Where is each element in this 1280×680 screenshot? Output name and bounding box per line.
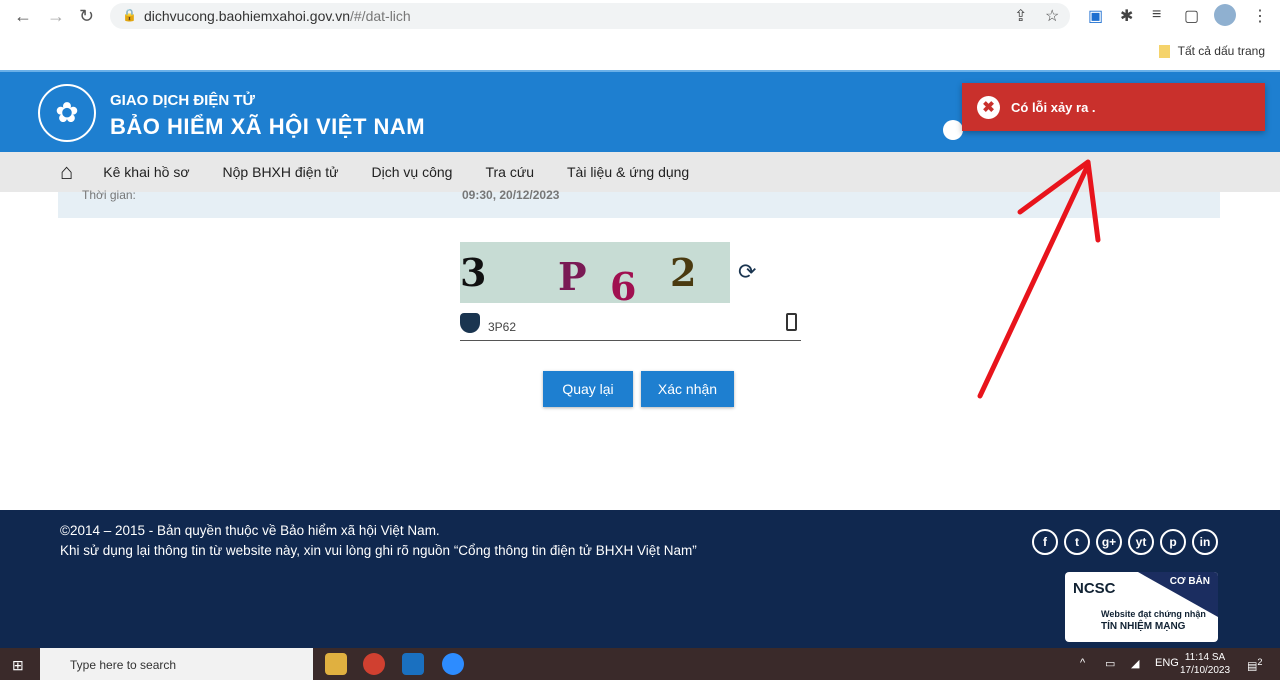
captcha-char: 3 [460,250,487,295]
language-indicator[interactable]: ENG [1155,657,1179,669]
site-footer: ©2014 – 2015 - Bản quyền thuộc về Bảo hi… [0,510,1280,648]
captcha-image: 3 P 6 2 [460,242,730,303]
zoom-icon[interactable] [442,653,464,675]
bhxh-logo[interactable]: ✿ [38,84,96,142]
linkedin-icon[interactable]: in [1192,529,1218,555]
info-value: 09:30, 20/12/2023 [462,188,560,202]
back-icon[interactable]: ← [14,6,32,27]
pinterest-icon[interactable]: p [1160,529,1186,555]
chrome-icon[interactable] [363,653,385,675]
nav-tra-cuu[interactable]: Tra cứu [485,164,534,180]
googleplus-icon[interactable]: g+ [1096,529,1122,555]
youtube-icon[interactable]: yt [1128,529,1154,555]
taskbar: ⊞ Type here to search ^ ▭ ◢ ENG 11:14 SA… [0,648,1280,680]
sidepanel-icon[interactable]: ▢ [1184,6,1199,26]
forward-icon[interactable]: → [47,6,65,27]
profile-avatar[interactable] [1214,4,1236,26]
outlook-icon[interactable] [402,653,424,675]
address-bar[interactable]: 🔒 dichvucong.baohiemxahoi.gov.vn/#/dat-l… [110,3,1070,29]
error-toast[interactable]: ✖ Có lỗi xảy ra . [962,83,1265,131]
user-icon[interactable] [943,120,963,140]
back-button[interactable]: Quay lại [543,371,633,407]
badge-line1: Website đạt chứng nhận [1101,609,1206,619]
clock-time: 11:14 SA [1184,652,1226,663]
notification-count: 2 [1257,657,1263,667]
lock-icon: 🔒 [122,8,137,22]
clock-date: 17/10/2023 [1180,665,1231,676]
bookmarks-label: Tất cả dấu trang [1177,44,1265,58]
taskbar-search[interactable]: Type here to search [40,648,313,680]
clock[interactable]: 11:14 SA 17/10/2023 [1180,651,1230,677]
shield-icon [460,313,480,333]
badge-brand: NCSC [1073,580,1116,597]
star-icon[interactable]: ☆ [1045,6,1059,26]
badge-level: CƠ BẢN [1169,576,1210,587]
tray-chevron-icon[interactable]: ^ [1080,657,1085,669]
footer-copyright: ©2014 – 2015 - Bản quyền thuộc về Bảo hi… [60,523,440,538]
media-icon[interactable]: ≡ [1152,6,1161,24]
captcha-char: 6 [610,264,637,303]
nav-ke-khai[interactable]: Kê khai hồ sơ [103,164,189,180]
url-host: dichvucong.baohiemxahoi.gov.vn [144,8,350,24]
twitter-icon[interactable]: t [1064,529,1090,555]
captcha-char: P [558,254,587,299]
share-icon[interactable]: ⇪ [1014,6,1027,26]
info-row: Thời gian: 09:30, 20/12/2023 [58,188,1220,218]
nav-nop-bhxh[interactable]: Nộp BHXH điện tử [223,164,339,180]
notification-icon[interactable]: ▤2 [1247,657,1263,673]
ncsc-badge[interactable]: NCSC CƠ BẢN Website đạt chứng nhận TÍN N… [1065,572,1218,642]
footer-notice: Khi sử dụng lại thông tin từ website này… [60,543,697,558]
confirm-button[interactable]: Xác nhận [641,371,734,407]
info-label: Thời gian: [82,188,136,202]
puzzle-icon[interactable]: ✱ [1120,6,1133,26]
nav-tai-lieu[interactable]: Tài liệu & ứng dụng [567,164,689,180]
error-icon: ✖ [977,96,1000,119]
main-nav: ⌂ Kê khai hồ sơ Nộp BHXH điện tử Dịch vụ… [0,152,1280,192]
file-explorer-icon[interactable] [325,653,347,675]
browser-toolbar: ← → ↻ 🔒 dichvucong.baohiemxahoi.gov.vn/#… [0,0,1280,70]
windows-start-icon[interactable]: ⊞ [12,657,24,674]
refresh-captcha-icon[interactable]: ⟳ [738,259,756,285]
search-placeholder: Type here to search [70,658,177,672]
facebook-icon[interactable]: f [1032,529,1058,555]
reload-icon[interactable]: ↻ [79,6,94,27]
header-subtitle: GIAO DỊCH ĐIỆN TỬ [110,92,255,109]
phone-icon [786,313,797,331]
folder-icon [1158,45,1170,59]
battery-icon[interactable]: ▭ [1105,657,1115,670]
social-links: f t g+ yt p in [1032,529,1218,555]
captcha-input[interactable]: 3P62 [460,312,801,341]
url-path: /#/dat-lich [350,8,411,24]
wifi-icon[interactable]: ◢ [1131,657,1139,670]
error-message: Có lỗi xảy ra . [1011,100,1096,115]
nav-dich-vu-cong[interactable]: Dịch vụ công [372,164,453,180]
captcha-char: 2 [670,250,697,295]
extension-icon[interactable]: ▣ [1088,6,1103,26]
menu-icon[interactable]: ⋮ [1252,6,1268,26]
home-icon[interactable]: ⌂ [60,159,73,185]
bookmarks-all[interactable]: Tất cả dấu trang [1158,44,1265,59]
captcha-input-value[interactable]: 3P62 [488,320,516,334]
badge-line2: TÍN NHIỆM MẠNG [1101,621,1186,632]
header-title: BẢO HIỂM XÃ HỘI VIỆT NAM [110,114,426,139]
